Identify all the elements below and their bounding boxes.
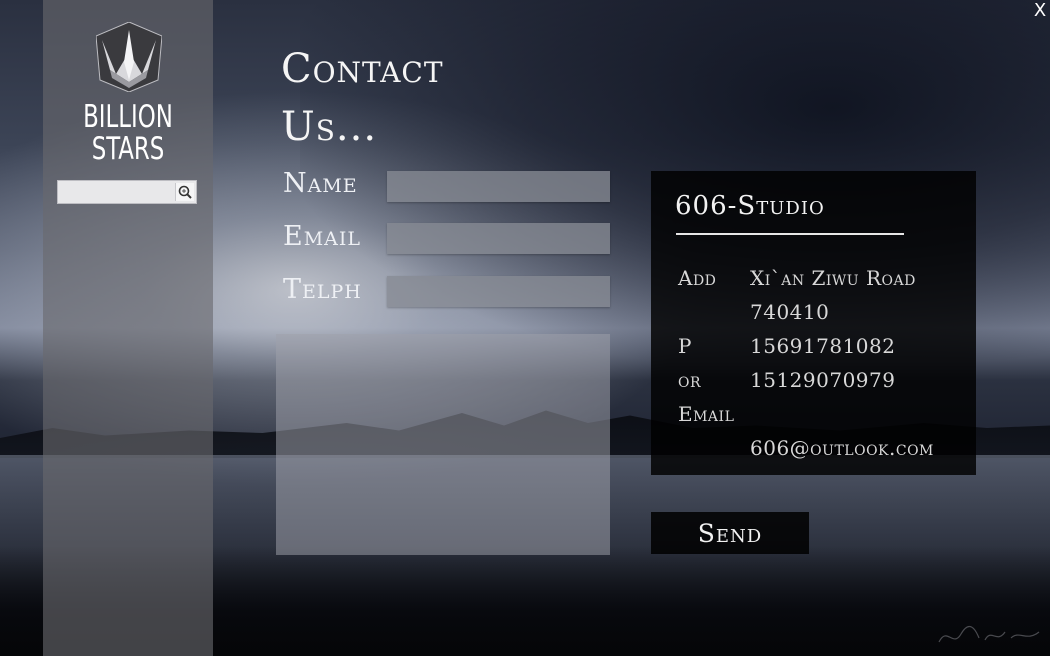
- info-label-alt-phone: or: [678, 368, 702, 392]
- email-field[interactable]: [387, 223, 610, 254]
- info-label-email: Email: [678, 402, 735, 426]
- magnifier-icon: [178, 185, 192, 199]
- sidebar: BILLION STARS: [43, 0, 213, 656]
- telph-label: Telph: [283, 274, 362, 305]
- info-value-email: 606@outlook.com: [750, 436, 934, 460]
- info-value-postcode: 740410: [750, 300, 830, 324]
- brand-name-line2: STARS: [91, 131, 165, 167]
- name-field[interactable]: [387, 171, 610, 202]
- brand-name-line1: BILLION: [83, 99, 173, 135]
- search-input[interactable]: [60, 183, 180, 201]
- close-button[interactable]: X: [1030, 0, 1050, 22]
- search-box: [57, 180, 197, 204]
- info-value-alt-phone: 15129070979: [750, 368, 896, 392]
- info-label-address: Add: [678, 266, 717, 290]
- message-textarea[interactable]: [276, 334, 610, 555]
- crown-logo-icon: [96, 22, 162, 92]
- page-title-line2: Us...: [281, 104, 378, 150]
- info-label-phone: P: [678, 334, 692, 358]
- studio-divider: [676, 233, 904, 235]
- signature-watermark: [935, 620, 1045, 654]
- info-value-address: Xi`an Ziwu Road: [750, 266, 916, 290]
- name-label: Name: [283, 168, 358, 199]
- info-value-phone: 15691781082: [750, 334, 896, 358]
- send-button[interactable]: Send: [651, 512, 809, 554]
- contact-info-panel: 606-Studio Add Xi`an Ziwu Road 740410 P …: [651, 171, 976, 475]
- studio-name: 606-Studio: [675, 191, 825, 221]
- email-label: Email: [283, 221, 362, 252]
- search-button[interactable]: [175, 183, 194, 201]
- page-title-line1: Contact: [281, 46, 444, 92]
- telph-field[interactable]: [387, 276, 610, 307]
